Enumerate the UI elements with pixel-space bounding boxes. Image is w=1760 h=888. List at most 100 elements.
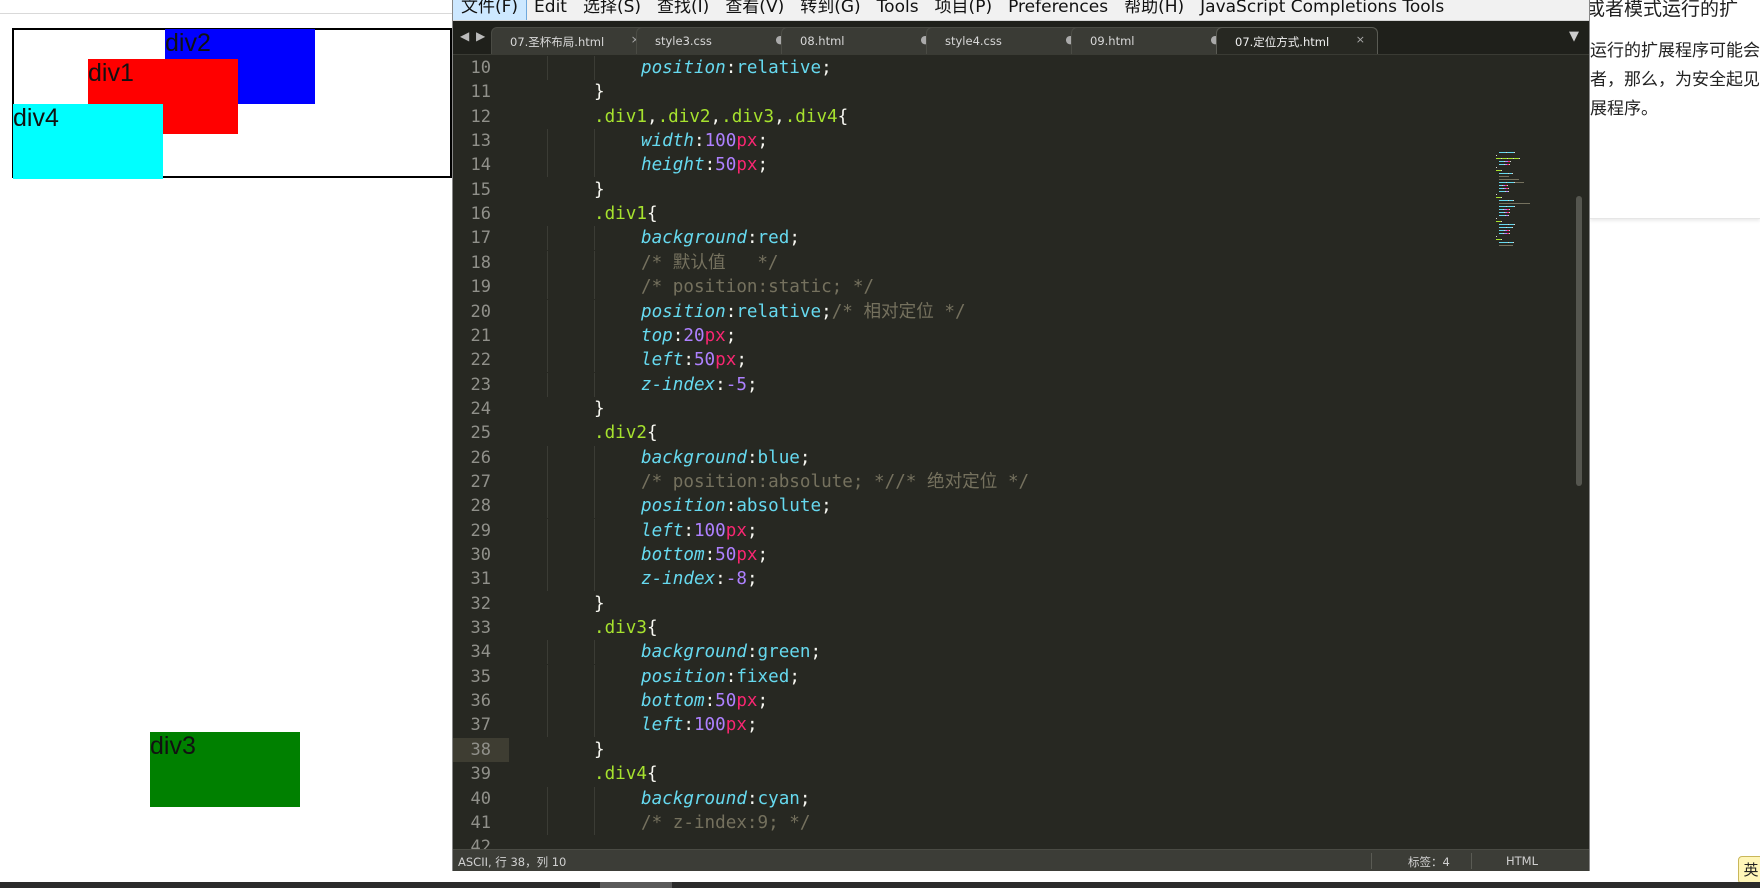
code-line[interactable]: 31 z-index:-8;	[453, 567, 1473, 592]
indent-guide	[547, 299, 548, 324]
taskbar-active-item[interactable]	[600, 882, 672, 888]
code-line[interactable]: 36 bottom:50px;	[453, 689, 1473, 714]
menu-item[interactable]: 帮助(H)	[1116, 0, 1192, 20]
code-line[interactable]: 19 /* position:static; */	[453, 275, 1473, 300]
minimap-line	[1507, 152, 1514, 153]
tab-next-button[interactable]: ▶	[476, 29, 485, 43]
menu-item[interactable]: Preferences	[1000, 0, 1116, 20]
minimap-line	[1509, 233, 1510, 234]
tab-bar: ◀ ▶ 07.圣杯布局.html×style3.css●08.html●styl…	[453, 21, 1589, 55]
code-line[interactable]: 27 /* position:absolute; *//* 绝对定位 */	[453, 469, 1473, 494]
menu-item[interactable]: 选择(S)	[575, 0, 649, 20]
code-token: z-index	[641, 569, 716, 590]
line-number: 21	[470, 325, 491, 346]
tab[interactable]: 09.html●	[1071, 27, 1233, 54]
minimap-line	[1514, 206, 1515, 207]
code-token: left	[641, 715, 684, 736]
tab[interactable]: style3.css●	[636, 27, 798, 54]
line-number: 31	[470, 569, 491, 590]
code-token: px	[736, 545, 758, 565]
code-editor[interactable]: 10 position:relative; 11} 12 .div1,.div2,.di…	[453, 56, 1589, 857]
code-token: 100	[693, 715, 726, 736]
tab-prev-button[interactable]: ◀	[460, 29, 469, 43]
tab[interactable]: 07.圣杯布局.html×	[491, 27, 653, 54]
code-line[interactable]: 16 .div1{	[453, 202, 1473, 226]
code-line[interactable]: 41 /* z-index:9; */	[453, 810, 1473, 835]
code-token: background	[641, 228, 747, 249]
code-line[interactable]: 20 position:relative;/* 相对定位 */	[453, 299, 1473, 324]
tab-close-icon[interactable]: ×	[1356, 33, 1365, 46]
minimap-line	[1496, 236, 1497, 237]
minimap-line	[1501, 239, 1502, 240]
code-line[interactable]: 38}	[453, 737, 1473, 762]
code-line[interactable]: 23 z-index:-5;	[453, 372, 1473, 397]
code-line[interactable]: 29 left:100px;	[453, 518, 1473, 543]
code-token: width	[641, 131, 694, 152]
minimap-line	[1499, 242, 1508, 243]
line-number: 38	[453, 737, 509, 762]
tab[interactable]: style4.css●	[926, 27, 1088, 54]
tab-size-indicator[interactable]: 标签：4	[1408, 854, 1450, 870]
code-line[interactable]: 33 .div3{	[453, 616, 1473, 640]
code-token: absolute	[736, 496, 822, 517]
code-text: .div1{	[594, 202, 658, 226]
code-token: :	[683, 520, 694, 541]
code-line[interactable]: 26 background:blue;	[453, 445, 1473, 470]
minimap[interactable]	[1491, 112, 1541, 246]
code-line[interactable]: 34 background:green;	[453, 640, 1473, 665]
code-token: :	[746, 642, 758, 663]
syntax-indicator[interactable]: HTML	[1506, 854, 1538, 868]
status-bar: ASCII, 行 38，列 10 标签：4 HTML	[453, 849, 1589, 871]
code-token: ;	[746, 520, 758, 541]
menu-item[interactable]: Tools	[869, 0, 927, 20]
code-line[interactable]: 22 left:50px;	[453, 348, 1473, 373]
code-line[interactable]: 37 left:100px;	[453, 713, 1473, 738]
tab[interactable]: 08.html●	[781, 27, 943, 54]
code-line[interactable]: 17 background:red;	[453, 226, 1473, 251]
code-text: }	[594, 738, 605, 762]
code-line[interactable]: 10 position:relative;	[453, 56, 1473, 80]
minimap-line	[1510, 161, 1511, 162]
code-token: {	[837, 106, 849, 127]
menu-item[interactable]: 文件(F)	[453, 0, 528, 20]
line-number: 16	[470, 204, 491, 225]
code-token: px	[736, 131, 758, 152]
code-line[interactable]: 30 bottom:50px;	[453, 543, 1473, 567]
code-line[interactable]: 25 .div2{	[453, 421, 1473, 445]
code-line[interactable]: 28 position:absolute;	[453, 494, 1473, 519]
code-line[interactable]: 18 /* 默认值 */	[453, 250, 1473, 275]
code-line[interactable]: 24}	[453, 397, 1473, 421]
menu-item[interactable]: JavaScript Completions Tools	[1192, 0, 1452, 20]
indent-guide	[594, 372, 595, 397]
code-line[interactable]: 32}	[453, 592, 1473, 616]
code-line[interactable]: 21 top:20px;	[453, 323, 1473, 348]
code-token: ;	[799, 447, 811, 468]
menu-item[interactable]: 查找(I)	[649, 0, 717, 20]
div4-box: div4	[13, 104, 163, 179]
indent-guide	[547, 494, 548, 519]
menu-item[interactable]: 查看(V)	[717, 0, 792, 20]
line-number: 18	[470, 252, 491, 273]
code-line[interactable]: 40 background:cyan;	[453, 786, 1473, 811]
code-line[interactable]: 12 .div1,.div2,.div3,.div4{	[453, 105, 1473, 129]
code-line[interactable]: 35 position:fixed;	[453, 664, 1473, 689]
code-token: .div1	[594, 106, 647, 127]
line-number: 33	[470, 618, 491, 639]
code-text: .div4{	[594, 762, 658, 786]
code-token: :	[672, 325, 684, 346]
menu-item[interactable]: 项目(P)	[927, 0, 1001, 20]
menu-item[interactable]: Edit	[526, 0, 575, 20]
code-line[interactable]: 15}	[453, 178, 1473, 202]
scrollbar-thumb[interactable]	[1576, 196, 1582, 486]
code-token: ;	[821, 58, 832, 78]
tab-active[interactable]: 07.定位方式.html ×	[1216, 27, 1378, 54]
code-line[interactable]: 39 .div4{	[453, 762, 1473, 786]
code-text: z-index:-5;	[641, 373, 758, 397]
tab-overflow-icon[interactable]: ▼	[1569, 29, 1579, 44]
menu-item[interactable]: 转到(G)	[792, 0, 868, 20]
code-line[interactable]: 14 height:50px;	[453, 153, 1473, 178]
code-line[interactable]: 13 width:100px;	[453, 129, 1473, 154]
minimap-line	[1512, 227, 1513, 228]
ime-language-indicator[interactable]: 英	[1738, 856, 1760, 884]
code-line[interactable]: 11}	[453, 80, 1473, 104]
